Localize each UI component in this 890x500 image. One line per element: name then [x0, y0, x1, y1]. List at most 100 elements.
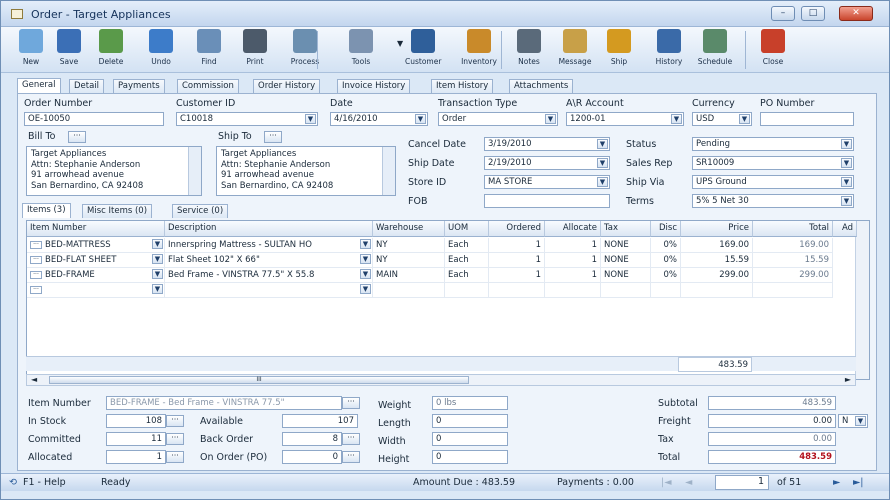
find-button[interactable]: Find	[191, 29, 227, 71]
table-cell[interactable]: 1	[545, 238, 601, 253]
table-cell[interactable]: 15.59	[681, 253, 753, 268]
tools-dropdown-icon[interactable]: ▼	[397, 39, 403, 48]
ar-account-field[interactable]: 1200-01 ▼	[566, 112, 684, 126]
bill-to-address[interactable]: Target Appliances Attn: Stephanie Anderso…	[26, 146, 202, 196]
table-cell[interactable]	[681, 283, 753, 298]
chevron-down-icon[interactable]: ▼	[152, 284, 163, 294]
new-button[interactable]: New	[13, 29, 49, 71]
terms-field[interactable]: 5% 5 Net 30 ▼	[692, 194, 854, 208]
tab-payments[interactable]: Payments	[113, 79, 165, 93]
table-cell[interactable]: 1	[489, 238, 545, 253]
schedule-button[interactable]: Schedule	[697, 29, 733, 71]
table-cell[interactable]: 1	[545, 268, 601, 283]
in-stock-lookup-button[interactable]: ···	[166, 415, 184, 427]
item-tab-2[interactable]: Service (0)	[172, 204, 229, 218]
column-header[interactable]: Warehouse	[373, 221, 445, 237]
bill-to-lookup-button[interactable]: ···	[68, 131, 86, 143]
tab-detail[interactable]: Detail	[69, 79, 105, 93]
tab-general[interactable]: General	[17, 78, 61, 93]
table-cell[interactable]: 1	[545, 253, 601, 268]
customer-button[interactable]: Customer	[405, 29, 441, 71]
table-cell[interactable]: NONE	[601, 238, 651, 253]
row-lookup-button[interactable]: ···	[30, 255, 42, 264]
customer-id-field[interactable]: C10018 ▼	[176, 112, 318, 126]
table-cell[interactable]: 299.00	[753, 268, 833, 283]
tab-commission[interactable]: Commission	[177, 79, 239, 93]
scroll-left-icon[interactable]: ◄	[31, 375, 37, 384]
maximize-button[interactable]: □	[801, 6, 825, 21]
row-lookup-button[interactable]: ···	[30, 270, 42, 279]
table-cell[interactable]: 0%	[651, 253, 681, 268]
table-cell[interactable]: NONE	[601, 253, 651, 268]
undo-button[interactable]: Undo	[143, 29, 179, 71]
table-cell[interactable]: NY	[373, 253, 445, 268]
close-window-button[interactable]: ✕	[839, 6, 873, 21]
table-cell[interactable]: ··· BED-MATTRESS ▼	[27, 238, 165, 253]
freight-field[interactable]: 0.00	[708, 414, 836, 428]
scroll-thumb[interactable]: III	[49, 376, 469, 384]
save-button[interactable]: Save	[51, 29, 87, 71]
table-cell[interactable]: Bed Frame - VINSTRA 77.5" X 55.8 ▼	[165, 268, 373, 283]
next-page-icon[interactable]: ►	[833, 477, 840, 488]
chevron-down-icon[interactable]: ▼	[152, 269, 163, 279]
item-number-field[interactable]: BED-FRAME - Bed Frame - VINSTRA 77.5"	[106, 396, 342, 410]
table-cell[interactable]: 0%	[651, 268, 681, 283]
table-row[interactable]: ··· BED-MATTRESS ▼ Innerspring Mattress - S…	[27, 238, 857, 253]
date-field[interactable]: 4/16/2010 ▼	[330, 112, 428, 126]
chevron-down-icon[interactable]: ▼	[152, 239, 163, 249]
column-header[interactable]: Price	[681, 221, 753, 237]
tab-invoice-history[interactable]: Invoice History	[337, 79, 411, 93]
ship-button[interactable]: Ship	[601, 29, 637, 71]
last-page-icon[interactable]: ►|	[853, 477, 864, 488]
prev-page-icon[interactable]: ◄	[685, 477, 692, 488]
ship-to-address[interactable]: Target Appliances Attn: Stephanie Anderso…	[216, 146, 396, 196]
scrollbar[interactable]	[382, 147, 395, 195]
chevron-down-icon[interactable]: ▼	[415, 114, 426, 124]
table-cell[interactable]: Each	[445, 238, 489, 253]
allocated-lookup-button[interactable]: ···	[166, 451, 184, 463]
close-button[interactable]: Close	[755, 29, 791, 71]
table-cell[interactable]: Innerspring Mattress - SULTAN HO ▼	[165, 238, 373, 253]
order-number-field[interactable]: OE-10050	[24, 112, 164, 126]
chevron-down-icon[interactable]: ▼	[841, 158, 852, 168]
column-header[interactable]: Tax	[601, 221, 651, 237]
table-cell[interactable]: 0%	[651, 238, 681, 253]
table-row[interactable]: ··· BED-FRAME ▼ Bed Frame - VINSTRA 77.5" X…	[27, 268, 857, 283]
tab-order-history[interactable]: Order History	[253, 79, 321, 93]
chevron-down-icon[interactable]: ▼	[855, 416, 866, 426]
chevron-down-icon[interactable]: ▼	[360, 284, 371, 294]
column-header[interactable]: Ordered	[489, 221, 545, 237]
height-field[interactable]: 0	[432, 450, 508, 464]
table-cell[interactable]	[445, 283, 489, 298]
scrollbar[interactable]	[188, 147, 201, 195]
sales-rep-field[interactable]: SR10009 ▼	[692, 156, 854, 170]
table-cell[interactable]: NONE	[601, 268, 651, 283]
chevron-down-icon[interactable]: ▼	[360, 254, 371, 264]
chevron-down-icon[interactable]: ▼	[739, 114, 750, 124]
on-order-lookup-button[interactable]: ···	[342, 451, 360, 463]
table-cell[interactable]: 299.00	[681, 268, 753, 283]
chevron-down-icon[interactable]: ▼	[597, 139, 608, 149]
tab-attachments[interactable]: Attachments	[509, 79, 574, 93]
table-cell[interactable]	[545, 283, 601, 298]
chevron-down-icon[interactable]: ▼	[360, 239, 371, 249]
table-cell[interactable]: ··· BED-FLAT SHEET ▼	[27, 253, 165, 268]
table-cell[interactable]: 169.00	[681, 238, 753, 253]
delete-button[interactable]: Delete	[93, 29, 129, 71]
table-row[interactable]: ··· BED-FLAT SHEET ▼ Flat Sheet 102" X 66" ▼…	[27, 253, 857, 268]
minimize-button[interactable]: –	[771, 6, 795, 21]
item-tab-1[interactable]: Misc Items (0)	[82, 204, 153, 218]
help-icon[interactable]: ⟲	[9, 477, 17, 488]
cancel-date-field[interactable]: 3/19/2010 ▼	[484, 137, 610, 151]
ship-to-lookup-button[interactable]: ···	[264, 131, 282, 143]
chevron-down-icon[interactable]: ▼	[841, 196, 852, 206]
table-cell[interactable]: Each	[445, 253, 489, 268]
freight-code-field[interactable]: N ▼	[838, 414, 868, 428]
table-cell[interactable]	[601, 283, 651, 298]
table-cell[interactable]: 1	[489, 268, 545, 283]
table-cell[interactable]	[373, 283, 445, 298]
page-number-input[interactable]: 1	[715, 475, 769, 490]
column-header[interactable]: UOM	[445, 221, 489, 237]
table-cell[interactable]: MAIN	[373, 268, 445, 283]
notes-button[interactable]: Notes	[511, 29, 547, 71]
